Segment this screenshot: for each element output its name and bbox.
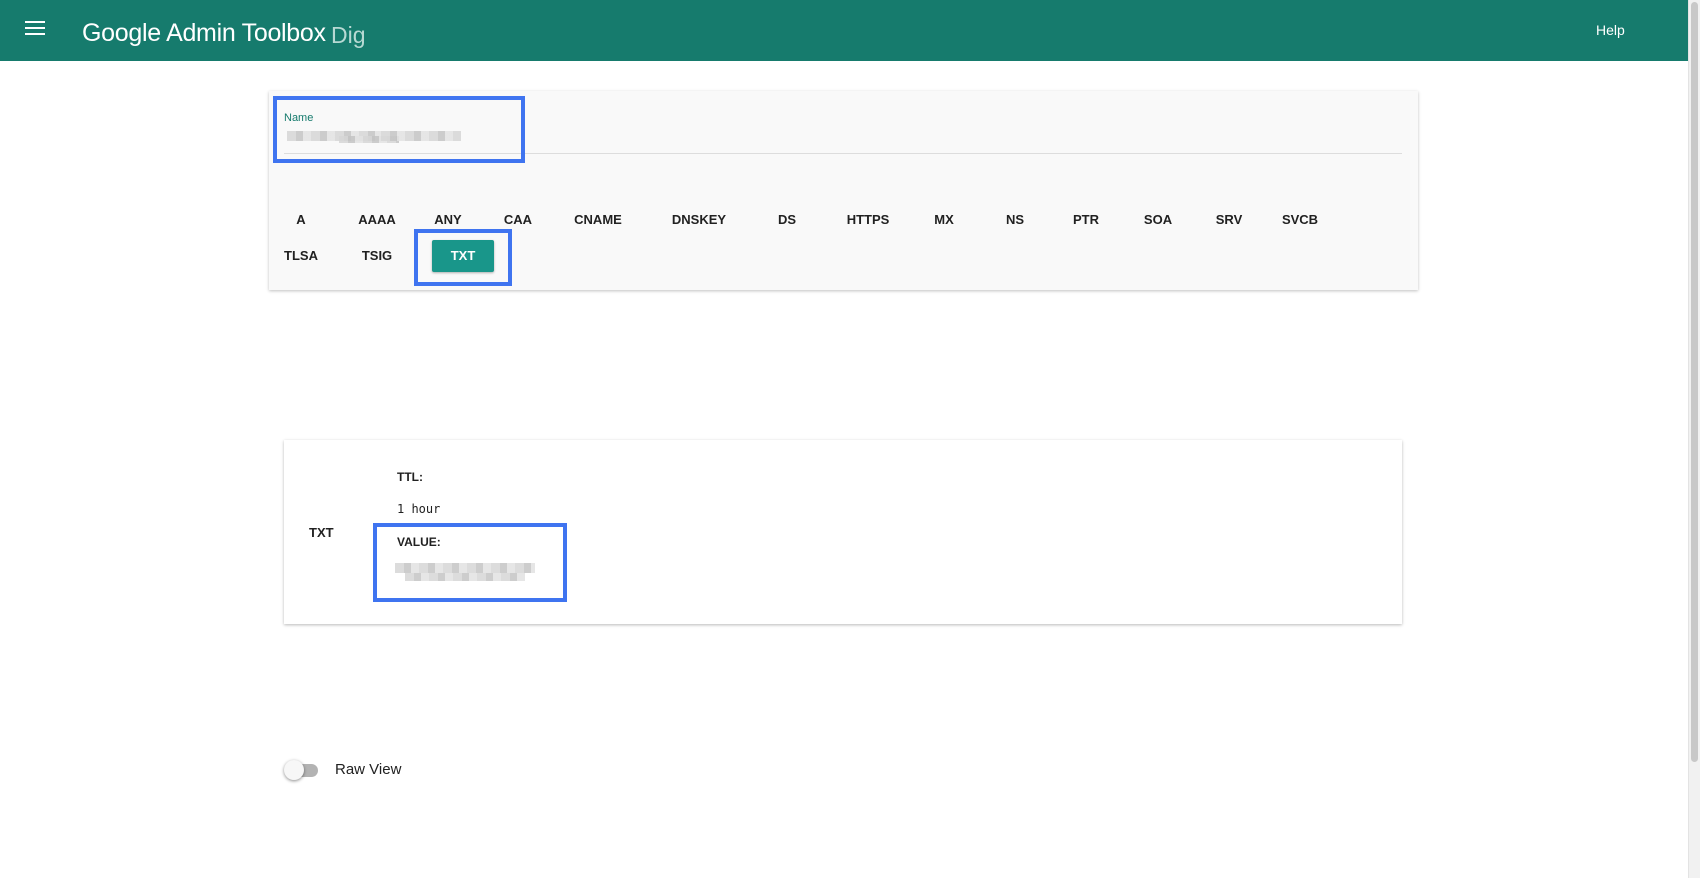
record-type-button-soa[interactable]: SOA <box>1135 204 1181 236</box>
app-subtitle: Dig <box>331 22 366 48</box>
txt-button-highlight <box>414 229 512 286</box>
record-type-button-dnskey[interactable]: DNSKEY <box>659 204 739 236</box>
record-type-button-svcb[interactable]: SVCB <box>1275 204 1325 236</box>
raw-view-toggle[interactable] <box>284 760 322 780</box>
record-type-button-mx[interactable]: MX <box>922 204 966 236</box>
record-type-button-https[interactable]: HTTPS <box>835 204 901 236</box>
page-scrollbar[interactable] <box>1688 0 1700 878</box>
record-type-button-tsig[interactable]: TSIG <box>354 240 400 272</box>
record-type-button-a[interactable]: A <box>281 204 321 236</box>
result-record-type: TXT <box>309 525 334 540</box>
record-type-button-ptr[interactable]: PTR <box>1064 204 1108 236</box>
raw-view-label: Raw View <box>335 761 402 778</box>
app-header: Google Admin Toolbox Dig Help <box>0 0 1688 61</box>
record-type-button-srv[interactable]: SRV <box>1206 204 1252 236</box>
toggle-knob <box>284 760 304 780</box>
app-title: Google Admin Toolbox <box>82 19 326 47</box>
record-type-button-ds[interactable]: DS <box>763 204 811 236</box>
name-field-highlight <box>273 96 525 163</box>
ttl-label: TTL: <box>397 470 423 484</box>
help-link[interactable]: Help <box>1596 22 1625 38</box>
scrollbar-thumb[interactable] <box>1691 2 1698 762</box>
record-type-button-ns[interactable]: NS <box>993 204 1037 236</box>
value-highlight <box>373 523 567 602</box>
ttl-value: 1 hour <box>397 502 441 516</box>
hamburger-menu-icon[interactable] <box>25 21 45 37</box>
record-type-button-cname[interactable]: CNAME <box>562 204 634 236</box>
record-type-button-aaaa[interactable]: AAAA <box>354 204 400 236</box>
record-type-button-tlsa[interactable]: TLSA <box>281 240 321 272</box>
